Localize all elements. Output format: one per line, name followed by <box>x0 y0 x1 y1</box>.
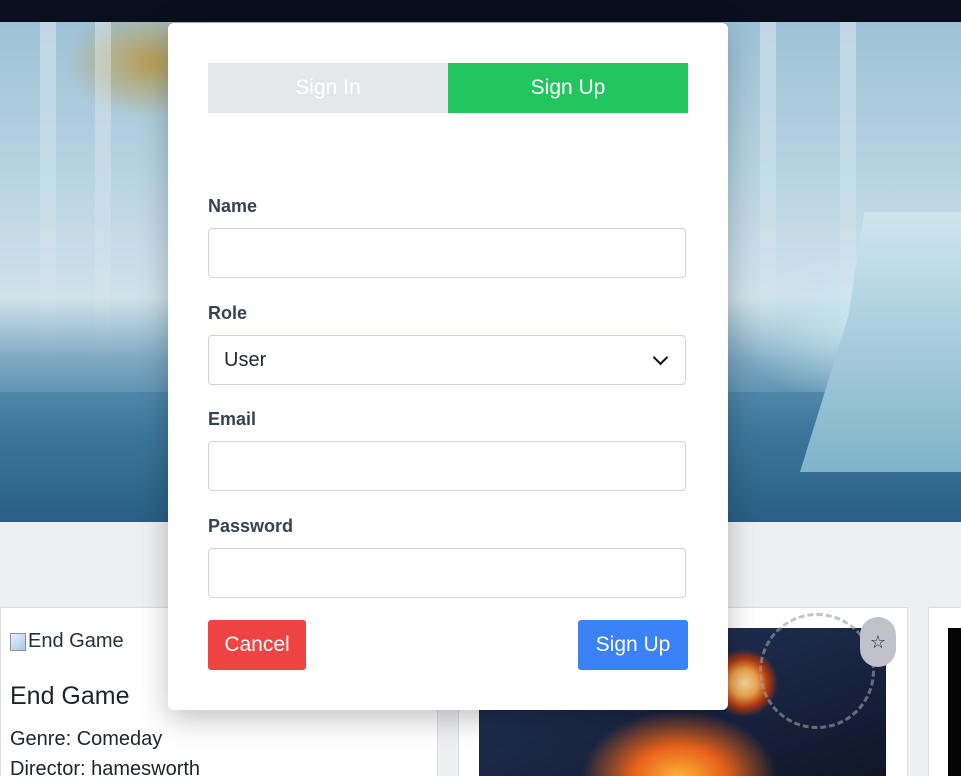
name-label: Name <box>208 196 258 216</box>
poster-chain-detail <box>759 613 875 729</box>
star-icon: ☆ <box>869 631 887 652</box>
tab-sign-in[interactable]: Sign In <box>208 63 448 113</box>
hero-light-stripe <box>760 22 776 362</box>
role-label: Role <box>208 303 248 323</box>
movie-title: End Game <box>10 682 130 710</box>
chevron-down-icon <box>652 349 669 366</box>
hero-iceberg <box>800 212 961 472</box>
movie-card[interactable] <box>928 607 961 776</box>
favorite-button[interactable]: ☆ <box>860 617 896 667</box>
password-field[interactable] <box>208 548 686 598</box>
email-label: Email <box>208 409 257 429</box>
page: End Game End Game Genre: Comeday Directo… <box>0 0 961 776</box>
cancel-button[interactable]: Cancel <box>208 620 306 670</box>
tab-sign-up[interactable]: Sign Up <box>448 63 688 113</box>
role-select[interactable]: User <box>208 335 686 385</box>
movie-poster-alt: End Game <box>28 630 124 652</box>
role-selected-value: User <box>224 348 267 371</box>
movie-poster-image: End Game <box>10 630 124 653</box>
movie-poster-image <box>948 628 961 776</box>
auth-tabs: Sign In Sign Up <box>208 63 688 113</box>
movie-genre: Genre: Comeday <box>10 728 163 750</box>
password-label: Password <box>208 516 294 536</box>
movie-director: Director: hamesworth <box>10 758 201 776</box>
broken-image-icon <box>10 632 26 651</box>
hero-light-stripe <box>40 22 56 362</box>
sign-up-button[interactable]: Sign Up <box>578 620 688 670</box>
hero-light-stripe <box>95 22 111 362</box>
name-field[interactable] <box>208 228 686 278</box>
email-field[interactable] <box>208 441 686 491</box>
auth-modal: Sign In Sign Up Name Role User Email Pas… <box>168 23 728 710</box>
top-navbar <box>0 0 961 22</box>
